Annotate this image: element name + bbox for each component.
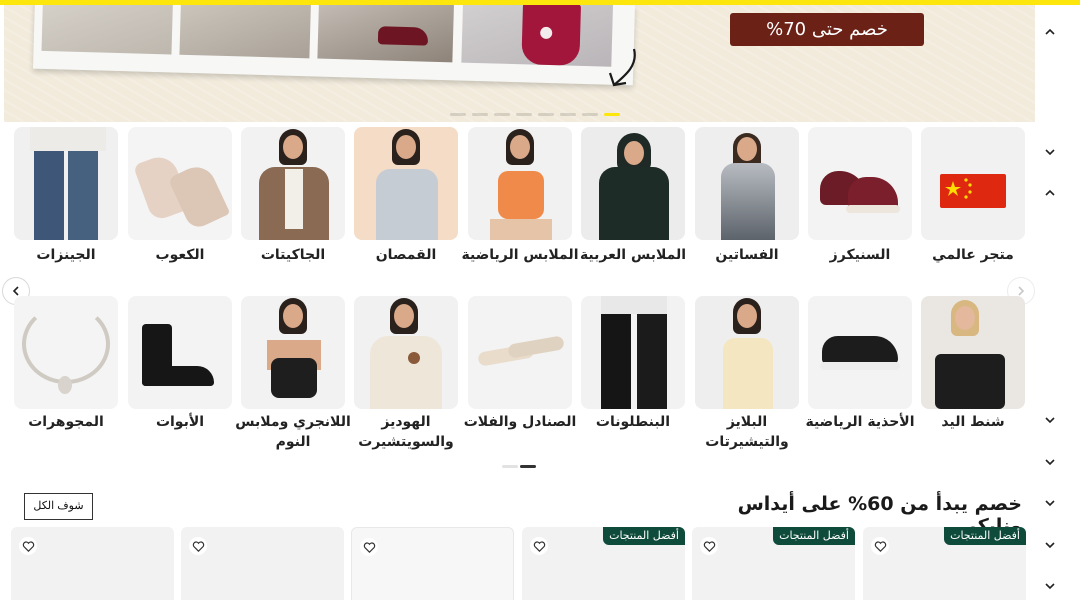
wishlist-heart-icon[interactable] bbox=[19, 537, 37, 555]
best-product-badge: أفضل المنتجات bbox=[773, 527, 855, 545]
category-label: اللانجري وملابس النوم bbox=[235, 414, 351, 450]
product-card[interactable] bbox=[181, 527, 344, 600]
banner-photo bbox=[461, 5, 614, 67]
chevron-down-icon[interactable] bbox=[1040, 452, 1060, 472]
product-card[interactable] bbox=[351, 527, 514, 600]
pager-dot-active[interactable] bbox=[520, 465, 536, 468]
category-label: الكعوب bbox=[155, 247, 205, 263]
category-label: الصنادل والفلات bbox=[463, 414, 577, 430]
wishlist-heart-icon[interactable] bbox=[700, 537, 718, 555]
chevron-down-icon[interactable] bbox=[1040, 493, 1060, 513]
arrow-doodle-icon bbox=[608, 48, 636, 87]
category-image bbox=[581, 127, 685, 240]
category-label: الأبوات bbox=[155, 414, 205, 430]
pager-dot[interactable] bbox=[502, 465, 518, 468]
category-label: الفساتين bbox=[715, 247, 779, 263]
category-label: الهوديز والسويتشيرت bbox=[358, 414, 454, 450]
product-card[interactable]: أفضل المنتجات bbox=[692, 527, 855, 600]
category-image bbox=[14, 296, 118, 409]
wishlist-heart-icon[interactable] bbox=[530, 537, 548, 555]
chevron-up-icon[interactable] bbox=[1040, 183, 1060, 203]
category-image bbox=[14, 127, 118, 240]
chevron-up-icon[interactable] bbox=[1040, 22, 1060, 42]
banner-photo bbox=[317, 5, 455, 63]
wishlist-heart-icon[interactable] bbox=[189, 537, 207, 555]
banner-dot[interactable] bbox=[582, 113, 598, 116]
category-image bbox=[581, 296, 685, 409]
banner-dot-active[interactable] bbox=[604, 113, 620, 116]
banner-photo-strip bbox=[33, 5, 635, 86]
category-image bbox=[695, 296, 799, 409]
promo-discount-label: خصم حتى 70% bbox=[730, 13, 924, 46]
china-flag-icon bbox=[940, 174, 1006, 208]
category-image bbox=[241, 296, 345, 409]
category-label: الملابس الرياضية bbox=[461, 247, 579, 263]
category-image bbox=[468, 127, 572, 240]
banner-dot[interactable] bbox=[516, 113, 532, 116]
banner-dot[interactable] bbox=[472, 113, 488, 116]
category-image bbox=[808, 296, 912, 409]
category-image bbox=[695, 127, 799, 240]
category-image bbox=[808, 127, 912, 240]
best-product-badge: أفضل المنتجات bbox=[603, 527, 685, 545]
category-label: الملابس العربية bbox=[579, 247, 687, 263]
category-image bbox=[921, 296, 1025, 409]
category-label: شنط اليد bbox=[941, 414, 1005, 430]
category-label: البلايز والتيشيرتات bbox=[705, 414, 789, 450]
category-image bbox=[921, 127, 1025, 240]
category-label: الجاكيتات bbox=[260, 247, 326, 263]
banner-dot[interactable] bbox=[538, 113, 554, 116]
category-image bbox=[468, 296, 572, 409]
category-image bbox=[354, 296, 458, 409]
wishlist-heart-icon[interactable] bbox=[360, 538, 378, 556]
category-label: الأحذية الرياضية bbox=[805, 414, 915, 430]
product-card[interactable] bbox=[11, 527, 174, 600]
category-image bbox=[128, 127, 232, 240]
best-product-badge: أفضل المنتجات bbox=[944, 527, 1026, 545]
category-label: المجوهرات bbox=[28, 414, 104, 430]
promo-banner[interactable]: خصم حتى 70% bbox=[4, 5, 1035, 122]
chevron-down-icon[interactable] bbox=[1040, 410, 1060, 430]
wishlist-heart-icon[interactable] bbox=[871, 537, 889, 555]
category-label: البنطلونات bbox=[595, 414, 671, 430]
category-label: متجر عالمي bbox=[932, 247, 1014, 263]
category-label: السنيكرز bbox=[829, 247, 891, 263]
chevron-down-icon[interactable] bbox=[1040, 576, 1060, 596]
category-pagination[interactable] bbox=[502, 465, 536, 468]
banner-photo bbox=[179, 5, 312, 59]
banner-pagination[interactable] bbox=[450, 113, 620, 117]
banner-dot[interactable] bbox=[494, 113, 510, 116]
banner-dot[interactable] bbox=[450, 113, 466, 116]
chevron-down-icon[interactable] bbox=[1040, 535, 1060, 555]
category-image bbox=[354, 127, 458, 240]
product-card[interactable]: أفضل المنتجات bbox=[522, 527, 685, 600]
category-label: الجينزات bbox=[36, 247, 96, 263]
banner-dot[interactable] bbox=[560, 113, 576, 116]
see-all-button[interactable]: شوف الكل bbox=[24, 493, 93, 520]
banner-photo bbox=[41, 5, 174, 55]
category-image bbox=[128, 296, 232, 409]
category-image bbox=[241, 127, 345, 240]
product-card[interactable]: أفضل المنتجات bbox=[863, 527, 1026, 600]
category-label: القمصان bbox=[375, 247, 437, 263]
chevron-down-icon[interactable] bbox=[1040, 142, 1060, 162]
